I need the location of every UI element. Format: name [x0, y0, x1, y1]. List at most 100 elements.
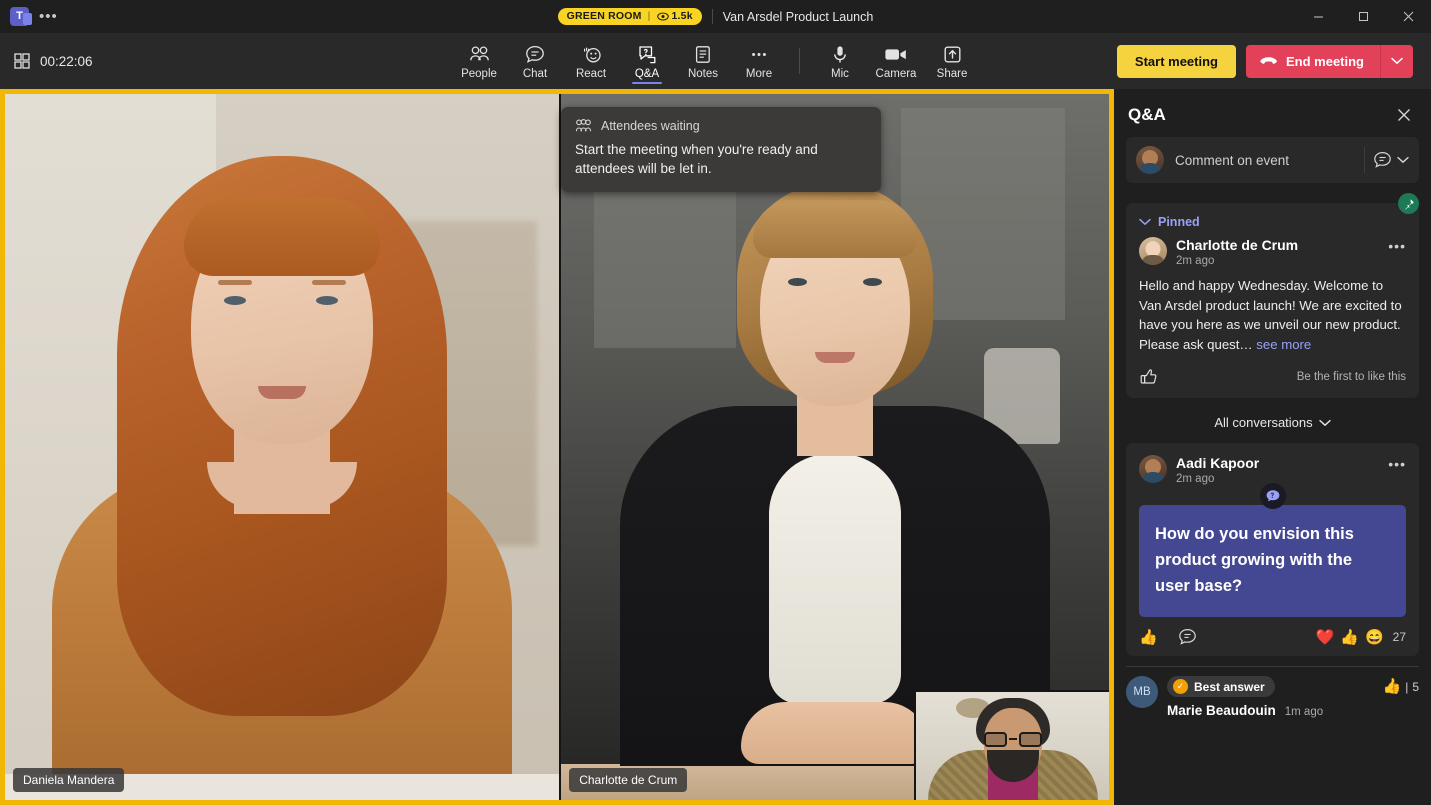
participant-collar: [207, 462, 357, 508]
toolbar-label-qanda: Q&A: [635, 67, 659, 81]
panel-title: Q&A: [1128, 105, 1166, 125]
layout-grid-icon[interactable]: [14, 53, 30, 69]
best-answer-header: ✓ Best answer 👍 | 5: [1167, 676, 1419, 697]
participant-brow-right: [312, 280, 346, 285]
answer-like-count: 5: [1412, 680, 1419, 694]
question-action-buttons: 👍: [1139, 628, 1197, 646]
callout-heading: Attendees waiting: [601, 119, 700, 133]
reply-comment-icon[interactable]: [1178, 628, 1197, 646]
chevron-down-icon: [1139, 218, 1151, 226]
pinned-label-text: Pinned: [1158, 215, 1200, 229]
pinned-author-name: Charlotte de Crum: [1176, 237, 1379, 254]
video-tile-picture-in-picture[interactable]: [914, 690, 1109, 800]
minimize-button[interactable]: [1296, 0, 1341, 33]
video-tile-charlotte-de-crum[interactable]: Charlotte de Crum: [559, 94, 1109, 800]
maximize-icon: [1358, 11, 1369, 22]
toolbar-left: 00:22:06: [0, 53, 93, 69]
close-panel-button[interactable]: [1391, 105, 1417, 125]
qanda-question-badge-icon: [1260, 483, 1286, 509]
answer-author-avatar: MB: [1126, 676, 1158, 708]
meeting-timer: 00:22:06: [40, 54, 93, 69]
end-meeting-dropdown-button[interactable]: [1380, 45, 1413, 78]
heart-reaction-icon[interactable]: ❤️: [1316, 630, 1335, 645]
chevron-down-icon[interactable]: [1397, 156, 1409, 164]
start-meeting-button[interactable]: Start meeting: [1117, 45, 1236, 78]
question-card: Aadi Kapoor 2m ago ••• How do you envisi…: [1126, 443, 1419, 656]
conversation-filter-dropdown[interactable]: All conversations: [1114, 398, 1431, 443]
badge-separator: |: [648, 10, 651, 22]
end-meeting-button[interactable]: End meeting: [1246, 45, 1380, 78]
pinned-more-options-button[interactable]: •••: [1388, 237, 1406, 251]
upvote-thumbs-up-icon[interactable]: 👍: [1139, 630, 1158, 645]
chevron-down-icon: [1319, 419, 1331, 427]
question-more-options-button[interactable]: •••: [1388, 455, 1406, 469]
toolbar-divider: [799, 48, 800, 74]
compose-actions: [1364, 147, 1419, 173]
comment-compose-row[interactable]: Comment on event: [1126, 137, 1419, 183]
panel-header: Q&A: [1114, 89, 1431, 135]
title-bar-left: T •••: [0, 7, 58, 26]
microphone-icon: [832, 44, 848, 65]
laugh-reaction-icon[interactable]: 😄: [1365, 630, 1384, 645]
toolbar-label-chat: Chat: [523, 67, 547, 81]
eye-icon: [657, 12, 669, 21]
window-controls: [1296, 0, 1431, 33]
pinned-message-body: Hello and happy Wednesday. Welcome to Va…: [1139, 276, 1406, 354]
reaction-count: 27: [1393, 630, 1406, 644]
toolbar-button-people[interactable]: People: [451, 41, 507, 81]
attendee-count-group: 1.5k: [657, 10, 693, 22]
close-icon: [1403, 11, 1414, 22]
best-answer-row: MB ✓ Best answer 👍 | 5 Marie Beaudouin 1…: [1114, 667, 1431, 718]
maximize-button[interactable]: [1341, 0, 1386, 33]
attendee-count: 1.5k: [672, 10, 693, 22]
participant-mouth: [258, 386, 306, 399]
pip-glasses-icon: [984, 732, 1042, 748]
close-window-button[interactable]: [1386, 0, 1431, 33]
comment-input-placeholder[interactable]: Comment on event: [1164, 153, 1364, 168]
toolbar-label-notes: Notes: [688, 67, 718, 81]
question-reactions[interactable]: ❤️ 👍 😄 27: [1316, 630, 1406, 645]
toolbar-label-share: Share: [937, 67, 968, 81]
toolbar-label-people: People: [461, 67, 497, 81]
toolbar-button-share[interactable]: Share: [924, 41, 980, 81]
toolbar-button-chat[interactable]: Chat: [507, 41, 563, 81]
comment-type-icon[interactable]: [1373, 151, 1392, 169]
like-thumbs-up-icon[interactable]: [1139, 367, 1159, 387]
green-room-label: GREEN ROOM: [567, 10, 642, 22]
toolbar-button-camera[interactable]: Camera: [868, 41, 924, 81]
close-icon: [1397, 108, 1411, 122]
see-more-link[interactable]: see more: [1256, 337, 1311, 352]
pin-icon: [1403, 198, 1415, 210]
toolbar-label-mic: Mic: [831, 67, 849, 81]
titlebar-overflow-button[interactable]: •••: [39, 9, 58, 24]
toolbar-button-more[interactable]: More: [731, 41, 787, 81]
callout-header: Attendees waiting: [575, 119, 867, 133]
video-tile-daniela-mandera[interactable]: Daniela Mandera: [5, 94, 559, 800]
camera-icon: [884, 44, 908, 65]
more-icon: [749, 44, 769, 65]
toolbar-button-react[interactable]: React: [563, 41, 619, 81]
end-meeting-label: End meeting: [1286, 54, 1364, 69]
participant-hands: [741, 702, 929, 764]
toolbar-button-qanda[interactable]: Q&A: [619, 41, 675, 81]
question-text-bubble: How do you envision this product growing…: [1139, 505, 1406, 617]
chat-icon: [525, 44, 545, 65]
toolbar-button-mic[interactable]: Mic: [812, 41, 868, 81]
answer-like-count-group[interactable]: 👍 | 5: [1383, 679, 1420, 694]
pinned-message-footer: Be the first to like this: [1139, 367, 1406, 387]
participant-eye-right: [863, 278, 882, 286]
chevron-down-icon: [1391, 57, 1403, 65]
notes-icon: [694, 44, 712, 65]
qanda-panel: Q&A Comment on event: [1114, 89, 1431, 805]
thumbs-up-reaction-icon[interactable]: 👍: [1340, 630, 1359, 645]
answer-author-name: Marie Beaudouin: [1167, 703, 1276, 718]
answer-author-row: Marie Beaudouin 1m ago: [1167, 703, 1419, 718]
participant-shirt: [769, 454, 901, 704]
toolbar-label-more: More: [746, 67, 772, 81]
pinned-message-header: Charlotte de Crum 2m ago •••: [1139, 237, 1406, 267]
like-hint-text: Be the first to like this: [1297, 371, 1406, 383]
toolbar-button-notes[interactable]: Notes: [675, 41, 731, 81]
participant-bangs: [184, 198, 380, 276]
answer-timestamp: 1m ago: [1285, 706, 1323, 718]
pinned-section-label[interactable]: Pinned: [1139, 215, 1406, 229]
